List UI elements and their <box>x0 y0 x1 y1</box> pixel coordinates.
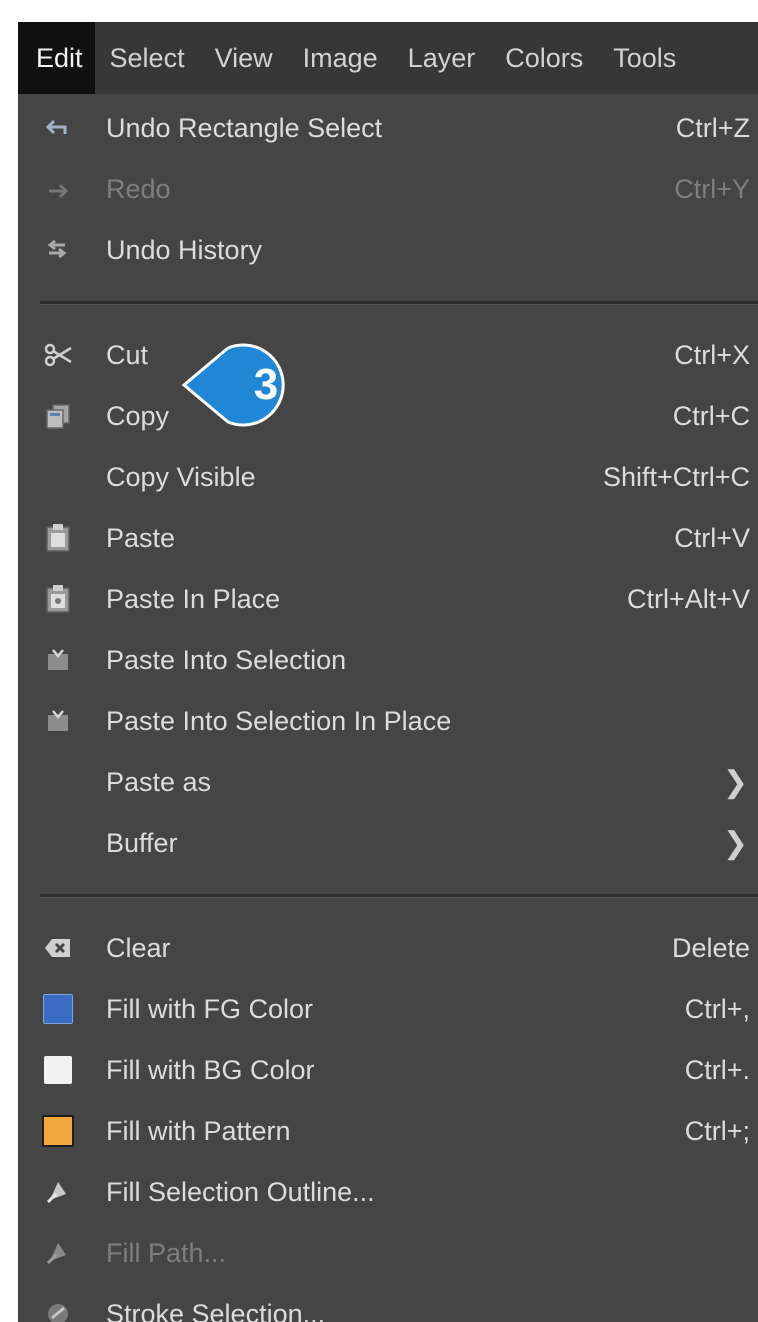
menu-item-paste-into-selection[interactable]: Paste Into Selection <box>18 630 758 691</box>
menu-item-label: Fill with Pattern <box>106 1116 291 1146</box>
fg-color-swatch-wrap <box>42 993 74 1025</box>
menu-item-clear[interactable]: Clear Delete <box>18 918 758 979</box>
menu-item-label: Fill with FG Color <box>106 994 314 1024</box>
menu-item-label: Paste Into Selection <box>106 645 347 675</box>
undo-icon <box>42 112 74 144</box>
menu-image[interactable]: Image <box>288 22 393 94</box>
clear-icon <box>42 932 74 964</box>
menu-item-copy[interactable]: Copy Ctrl+C <box>18 386 758 447</box>
copy-icon <box>42 400 74 432</box>
menu-separator <box>18 874 758 918</box>
step-callout-badge: 3 <box>180 340 316 430</box>
shortcut: Ctrl+Y <box>674 174 750 204</box>
shortcut: Ctrl+V <box>674 523 750 553</box>
paste-icon <box>42 522 74 554</box>
paste-into-selection-icon <box>42 644 74 676</box>
shortcut: Ctrl+C <box>672 401 750 431</box>
menu-item-label: Buffer <box>106 828 178 858</box>
submenu-arrow-icon: ❯ <box>722 766 748 799</box>
pattern-swatch <box>42 1115 74 1147</box>
menu-item-fill-pattern[interactable]: Fill with Pattern Ctrl+; <box>18 1101 758 1162</box>
menu-item-buffer[interactable]: Buffer ❯ <box>18 813 758 874</box>
menu-view[interactable]: View <box>200 22 288 94</box>
menu-item-label: Copy Visible <box>106 462 256 492</box>
menu-item-label: Copy <box>106 401 170 431</box>
menu-item-fill-path[interactable]: Fill Path... <box>18 1223 758 1284</box>
menu-item-label: Paste Into Selection In Place <box>106 706 452 736</box>
stroke-selection-icon <box>42 1298 74 1322</box>
menu-tools[interactable]: Tools <box>598 22 691 94</box>
menu-item-label: Clear <box>106 933 171 963</box>
menu-item-paste-in-place[interactable]: Paste In Place Ctrl+Alt+V <box>18 569 758 630</box>
menu-item-label: Paste <box>106 523 176 553</box>
gimp-window-crop: Edit Select View Image Layer Colors Tool… <box>18 22 758 1322</box>
bg-color-swatch-wrap <box>42 1054 74 1086</box>
menu-item-fill-selection-outline[interactable]: Fill Selection Outline... <box>18 1162 758 1223</box>
menu-select[interactable]: Select <box>95 22 200 94</box>
shortcut: Delete <box>671 933 750 963</box>
undo-history-icon <box>42 234 74 266</box>
shortcut: Ctrl+; <box>684 1116 750 1146</box>
fg-color-swatch <box>43 994 73 1024</box>
menu-item-cut[interactable]: Cut Ctrl+X <box>18 325 758 386</box>
paste-in-place-icon <box>42 583 74 615</box>
shortcut: Shift+Ctrl+C <box>602 462 750 492</box>
callout-number: 3 <box>253 360 279 409</box>
menu-colors[interactable]: Colors <box>490 22 598 94</box>
menu-item-fill-bg[interactable]: Fill with BG Color Ctrl+. <box>18 1040 758 1101</box>
menu-item-label: Fill Selection Outline... <box>106 1177 375 1207</box>
menu-item-label: Undo Rectangle Select <box>106 113 383 143</box>
fill-path-icon <box>42 1237 74 1269</box>
menu-item-paste-into-selection-in-place[interactable]: Paste Into Selection In Place <box>18 691 758 752</box>
scissors-icon <box>42 339 74 371</box>
menu-item-label: Stroke Selection... <box>106 1299 326 1322</box>
menu-item-label: Paste In Place <box>106 584 281 614</box>
menu-item-undo-history[interactable]: Undo History <box>18 220 758 281</box>
shortcut: Ctrl+Z <box>675 113 750 143</box>
fill-selection-outline-icon <box>42 1176 74 1208</box>
menu-item-undo[interactable]: Undo Rectangle Select Ctrl+Z <box>18 98 758 159</box>
menu-separator <box>18 281 758 325</box>
shortcut: Ctrl+, <box>684 994 750 1024</box>
menu-bar: Edit Select View Image Layer Colors Tool… <box>18 22 758 94</box>
menu-edit[interactable]: Edit <box>18 22 95 94</box>
menu-item-copy-visible[interactable]: Copy Visible Shift+Ctrl+C <box>18 447 758 508</box>
menu-item-label: Cut <box>106 340 149 370</box>
paste-into-selection-in-place-icon <box>42 705 74 737</box>
menu-item-label: Paste as <box>106 767 212 797</box>
submenu-arrow-icon: ❯ <box>722 827 748 860</box>
edit-menu-dropdown: Undo Rectangle Select Ctrl+Z Redo Ctrl+Y… <box>18 94 758 1322</box>
bg-color-swatch <box>44 1056 72 1084</box>
menu-layer[interactable]: Layer <box>393 22 491 94</box>
shortcut: Ctrl+Alt+V <box>626 584 750 614</box>
menu-item-label: Fill Path... <box>106 1238 227 1268</box>
menu-item-label: Fill with BG Color <box>106 1055 315 1085</box>
menu-item-stroke-selection[interactable]: Stroke Selection... <box>18 1284 758 1322</box>
menu-item-paste[interactable]: Paste Ctrl+V <box>18 508 758 569</box>
menu-item-label: Redo <box>106 174 171 204</box>
menu-item-label: Undo History <box>106 235 263 265</box>
menu-item-redo[interactable]: Redo Ctrl+Y <box>18 159 758 220</box>
redo-icon <box>42 173 74 205</box>
menu-item-fill-fg[interactable]: Fill with FG Color Ctrl+, <box>18 979 758 1040</box>
shortcut: Ctrl+. <box>684 1055 750 1085</box>
menu-item-paste-as[interactable]: Paste as ❯ <box>18 752 758 813</box>
shortcut: Ctrl+X <box>674 340 750 370</box>
pattern-swatch-wrap <box>42 1115 74 1147</box>
